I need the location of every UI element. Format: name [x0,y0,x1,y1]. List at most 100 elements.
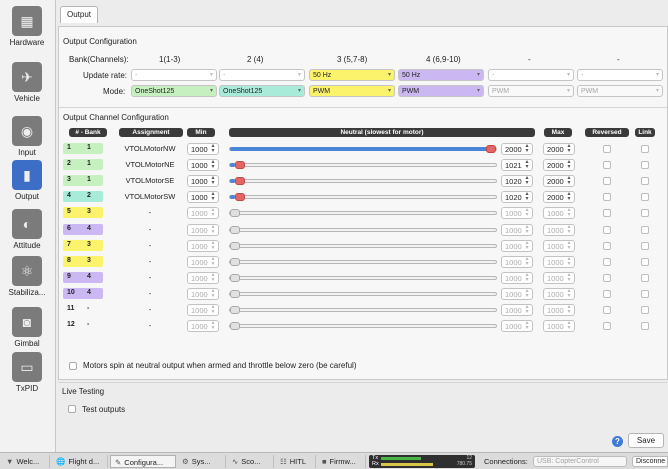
min-spinbox[interactable]: 1000 ▴ ▾ [187,175,219,188]
update-rate-select-3[interactable]: 50 Hz ▾ [309,69,395,81]
taskbar-tab-welc[interactable]: ▼ Welc... [2,455,50,468]
reversed-checkbox[interactable] [603,225,611,234]
update-rate-select-5[interactable]: - ▾ [488,69,574,81]
neutral-slider[interactable] [229,322,497,331]
link-checkbox[interactable] [641,225,649,234]
mode-select-4[interactable]: PWM ▾ [398,85,484,97]
slider-handle[interactable] [230,225,240,234]
min-spinbox[interactable]: 1000 ▴ ▾ [187,159,219,172]
reversed-checkbox[interactable] [603,241,611,250]
max-spinbox[interactable]: 1000 ▴ ▾ [543,239,575,252]
reversed-checkbox[interactable] [603,322,611,331]
sidebar-item-attitude[interactable]: ◐ Attitude [2,209,52,250]
slider-handle[interactable] [230,289,240,298]
taskbar-tab-configura[interactable]: ✎ Configura... [110,455,176,468]
mode-select-3[interactable]: PWM ▾ [309,85,395,97]
taskbar-tab-flightd[interactable]: 🌐 Flight d... [52,455,108,468]
neutral-spinbox[interactable]: 1000 ▴ ▾ [501,287,533,300]
taskbar-tab-sco[interactable]: ∿ Sco... [228,455,274,468]
neutral-spinbox[interactable]: 1000 ▴ ▾ [501,255,533,268]
neutral-slider[interactable] [229,161,497,170]
neutral-slider[interactable] [229,306,497,314]
neutral-spinbox[interactable]: 1000 ▴ ▾ [501,304,533,316]
mode-select-2[interactable]: OneShot125 ▾ [219,85,305,97]
taskbar-tab-sys[interactable]: ⚙ Sys... [178,455,226,468]
reversed-checkbox[interactable] [603,161,611,170]
neutral-slider[interactable] [229,225,497,234]
update-rate-select-4[interactable]: 50 Hz ▾ [398,69,484,81]
sidebar-item-txpid[interactable]: ▭ TxPID [2,352,52,393]
max-spinbox[interactable]: 1000 ▴ ▾ [543,255,575,268]
sidebar-item-output[interactable]: ▮ Output [2,160,52,201]
sidebar-item-input[interactable]: ◉ Input [2,116,52,157]
tab-output[interactable]: Output [60,6,98,23]
link-checkbox[interactable] [641,257,649,266]
neutral-slider[interactable] [229,177,497,186]
reversed-checkbox[interactable] [603,257,611,266]
link-checkbox[interactable] [641,241,649,250]
neutral-slider[interactable] [229,289,497,298]
link-checkbox[interactable] [641,289,649,298]
reversed-checkbox[interactable] [603,273,611,282]
link-checkbox[interactable] [641,177,649,186]
sidebar-item-gimbal[interactable]: ◙ Gimbal [2,307,52,348]
slider-handle[interactable] [230,257,240,266]
reversed-checkbox[interactable] [603,145,611,153]
neutral-spinbox[interactable]: 1000 ▴ ▾ [501,320,533,333]
neutral-slider[interactable] [229,209,497,218]
connection-select[interactable]: USB: CopterControl [533,456,627,467]
max-spinbox[interactable]: 2000 ▴ ▾ [543,143,575,155]
min-spinbox[interactable]: 1000 ▴ ▾ [187,143,219,155]
link-checkbox[interactable] [641,273,649,282]
taskbar-tab-hitl[interactable]: ☷ HITL [276,455,316,468]
neutral-spinbox[interactable]: 1021 ▴ ▾ [501,159,533,172]
neutral-slider[interactable] [229,257,497,266]
reversed-checkbox[interactable] [603,177,611,186]
reversed-checkbox[interactable] [603,306,611,314]
link-checkbox[interactable] [641,145,649,153]
mode-select-6[interactable]: PWM ▾ [577,85,663,97]
mode-select-1[interactable]: OneShot125 ▾ [131,85,217,97]
min-spinbox[interactable]: 1000 ▴ ▾ [187,255,219,268]
slider-handle[interactable] [230,209,240,218]
max-spinbox[interactable]: 2000 ▴ ▾ [543,191,575,204]
link-checkbox[interactable] [641,193,649,202]
mode-select-5[interactable]: PWM ▾ [488,85,574,97]
max-spinbox[interactable]: 1000 ▴ ▾ [543,207,575,220]
slider-handle[interactable] [235,161,246,170]
min-spinbox[interactable]: 1000 ▴ ▾ [187,304,219,316]
sidebar-item-hardware[interactable]: ▦ Hardware [2,6,52,47]
neutral-spinbox[interactable]: 1020 ▴ ▾ [501,175,533,188]
help-icon[interactable]: ? [612,436,623,447]
min-spinbox[interactable]: 1000 ▴ ▾ [187,287,219,300]
neutral-spinbox[interactable]: 1000 ▴ ▾ [501,223,533,236]
update-rate-select-2[interactable]: - ▾ [219,69,305,81]
min-spinbox[interactable]: 1000 ▴ ▾ [187,271,219,284]
reversed-checkbox[interactable] [603,193,611,202]
update-rate-select-1[interactable]: - ▾ [131,69,217,81]
neutral-spinbox[interactable]: 1020 ▴ ▾ [501,191,533,204]
motors-spin-checkbox[interactable] [69,362,77,370]
neutral-slider[interactable] [229,193,497,202]
reversed-checkbox[interactable] [603,209,611,218]
slider-handle[interactable] [235,193,246,202]
slider-handle[interactable] [230,241,240,250]
min-spinbox[interactable]: 1000 ▴ ▾ [187,239,219,252]
slider-handle[interactable] [486,145,496,153]
slider-handle[interactable] [230,322,240,331]
save-button[interactable]: Save [628,433,664,448]
link-checkbox[interactable] [641,161,649,170]
update-rate-select-6[interactable]: - ▾ [577,69,663,81]
test-outputs-checkbox[interactable] [68,405,76,413]
slider-handle[interactable] [230,273,240,282]
neutral-spinbox[interactable]: 2000 ▴ ▾ [501,143,533,155]
neutral-slider[interactable] [229,145,497,153]
max-spinbox[interactable]: 2000 ▴ ▾ [543,159,575,172]
max-spinbox[interactable]: 1000 ▴ ▾ [543,271,575,284]
sidebar-item-stabiliza[interactable]: ⚛ Stabiliza... [2,256,52,297]
slider-handle[interactable] [230,306,240,314]
max-spinbox[interactable]: 2000 ▴ ▾ [543,175,575,188]
neutral-slider[interactable] [229,273,497,282]
neutral-slider[interactable] [229,241,497,250]
neutral-spinbox[interactable]: 1000 ▴ ▾ [501,271,533,284]
